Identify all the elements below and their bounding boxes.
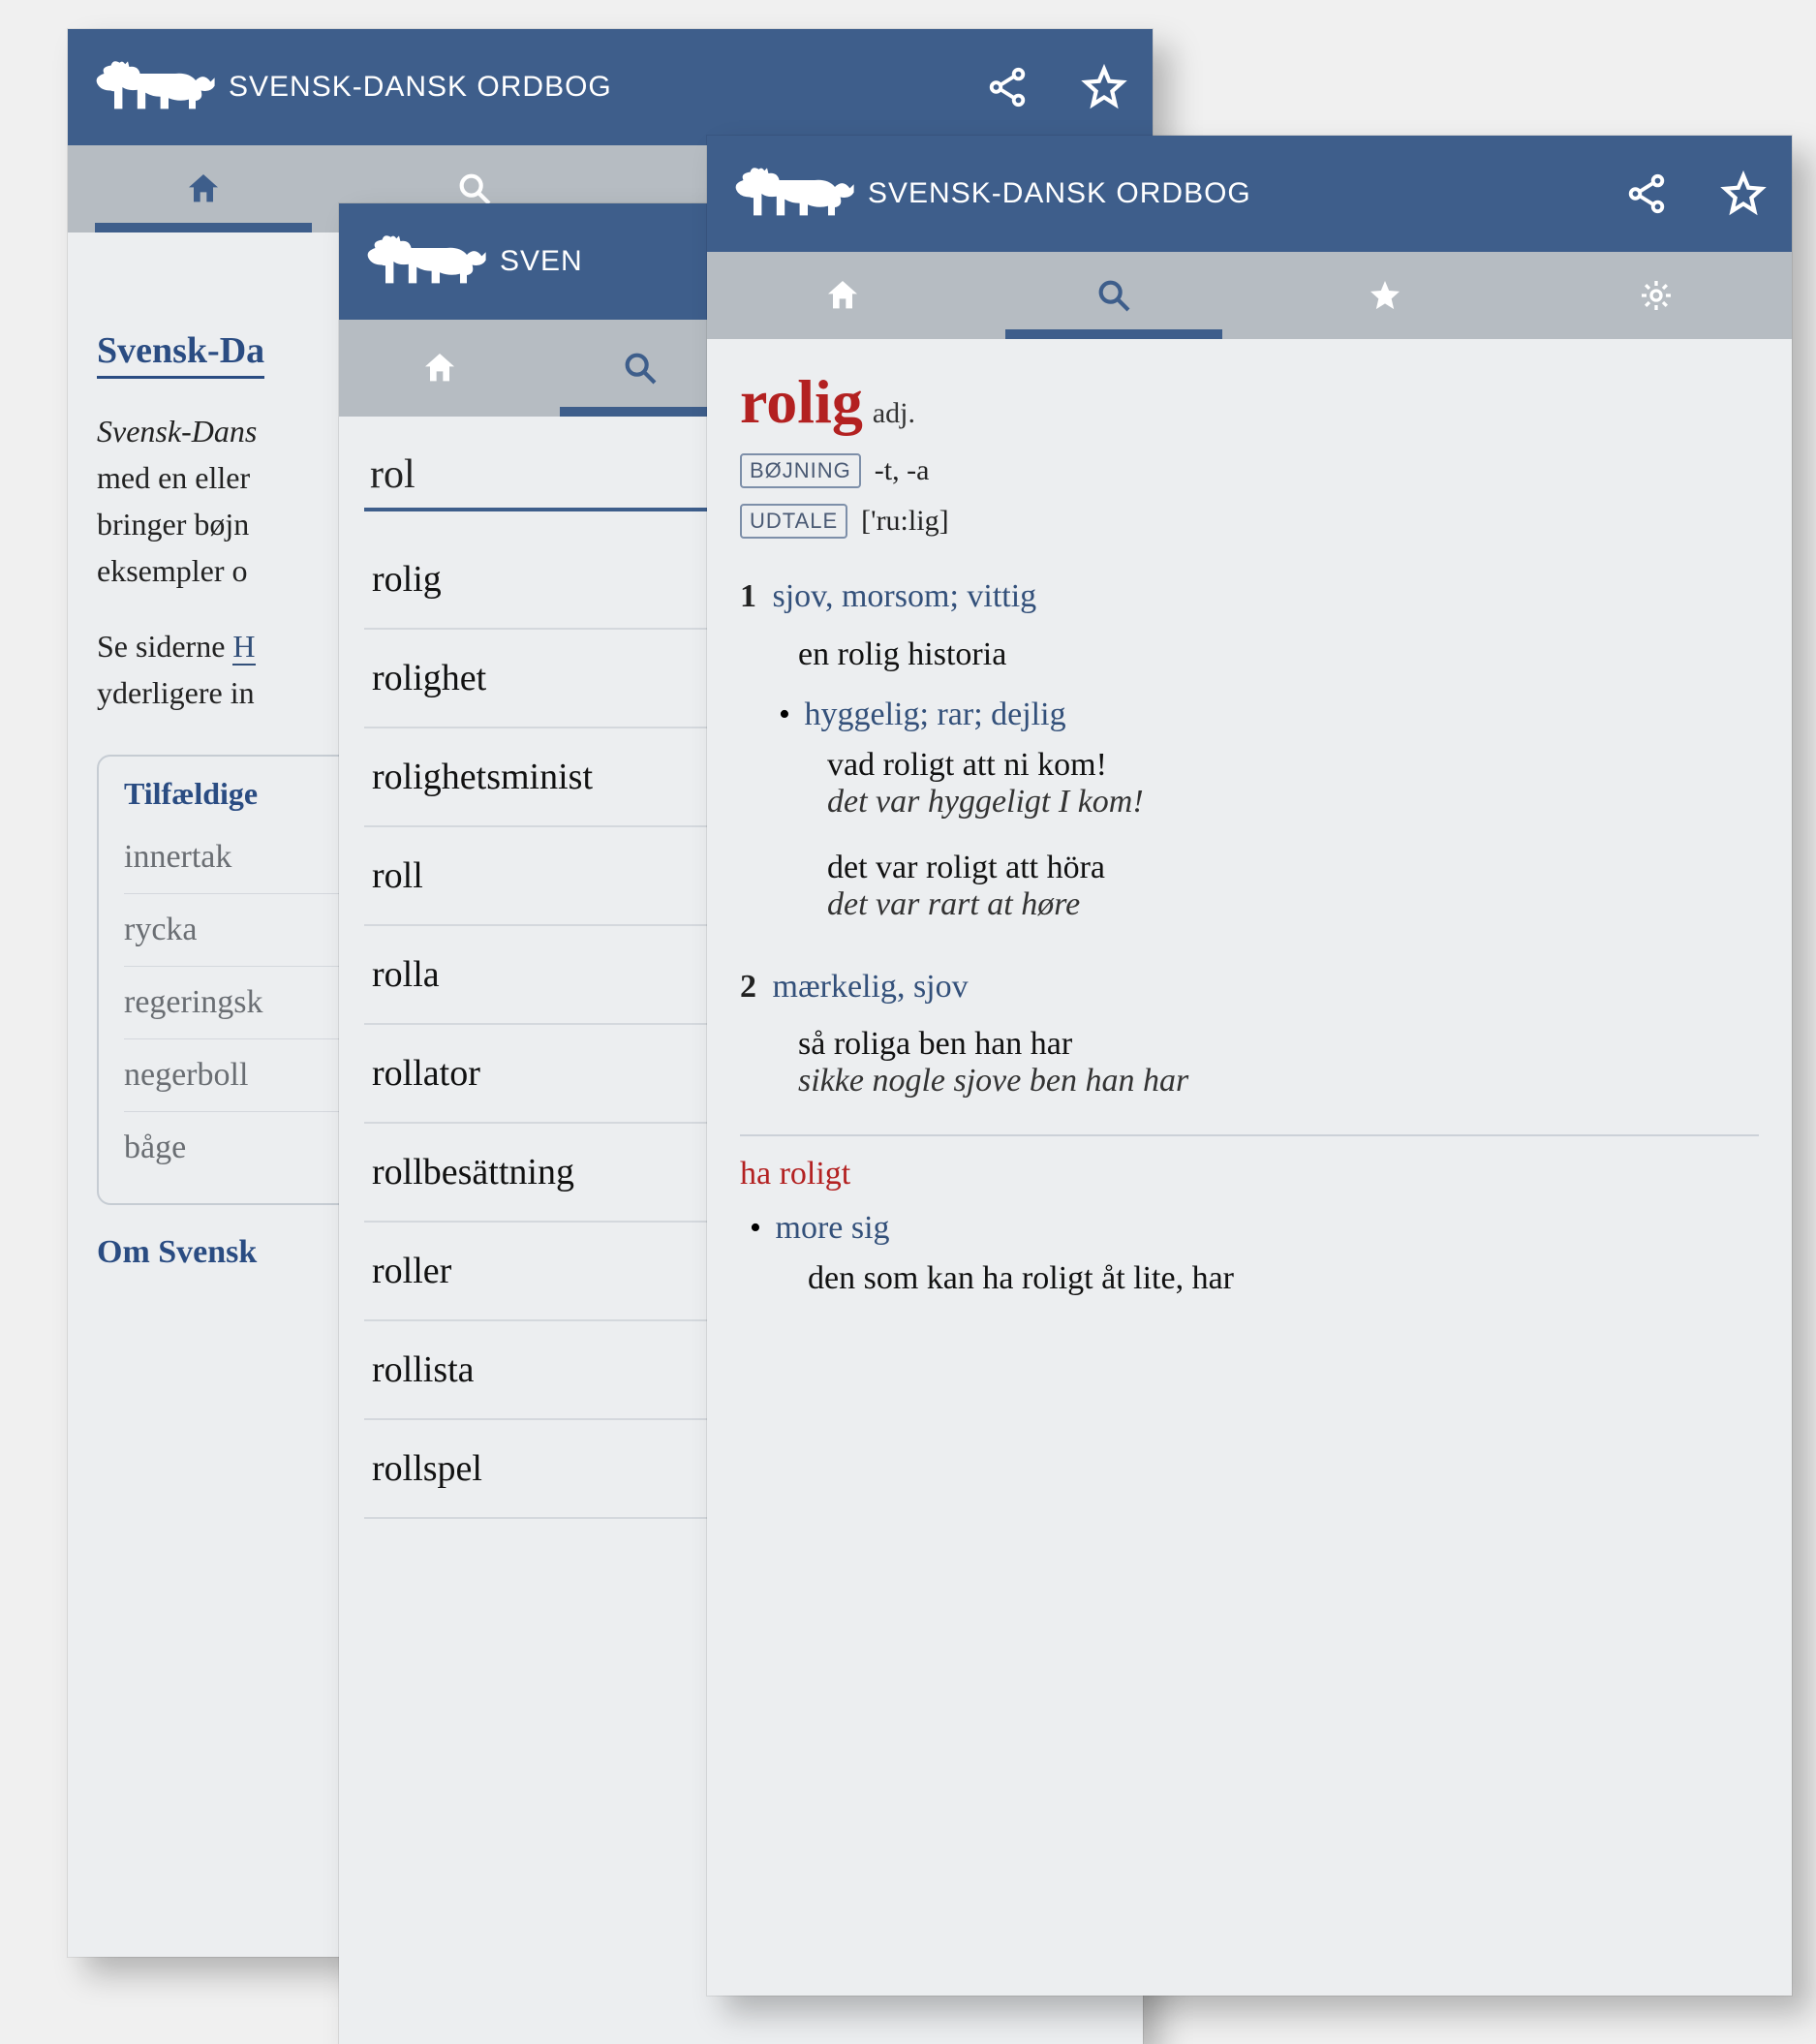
translation-link[interactable]: mærkelig: [773, 969, 897, 1005]
intro-line1: Svensk-Dans: [97, 414, 257, 449]
phrase-headword: ha roligt: [740, 1156, 1759, 1192]
share-icon[interactable]: [1617, 165, 1676, 223]
favorite-icon[interactable]: [1075, 58, 1133, 116]
example-sv: det var roligt att höra: [827, 850, 1759, 886]
tab-search[interactable]: [978, 252, 1249, 339]
example-sv: en rolig historia: [798, 636, 1759, 673]
part-of-speech: adj.: [873, 397, 915, 429]
logo-icon: [726, 160, 862, 228]
help-link[interactable]: H: [232, 629, 255, 666]
bullet-icon: •: [779, 697, 796, 733]
headword: rolig: [740, 367, 863, 436]
tab-home[interactable]: [339, 320, 540, 417]
logo-icon: [87, 53, 223, 121]
seealso-b: yderligere in: [97, 675, 255, 710]
tab-favorites[interactable]: [1249, 252, 1521, 339]
app-header: SVENSK-DANSK ORDBOG: [707, 136, 1792, 252]
example-sv: så roliga ben han har: [798, 1026, 1759, 1063]
intro-line4: eksempler o: [97, 553, 248, 588]
intro-line3: bringer bøjn: [97, 507, 249, 542]
example-da: det var hyggeligt I kom!: [827, 784, 1759, 821]
translation-link[interactable]: dejlig: [991, 697, 1065, 732]
app-title: SVENSK-DANSK ORDBOG: [229, 71, 978, 104]
inflection-tag[interactable]: BØJNING: [740, 453, 861, 488]
tab-home[interactable]: [68, 145, 339, 232]
example-da: sikke nogle sjove ben han har: [798, 1063, 1759, 1099]
sense-number: 1: [740, 578, 756, 614]
intro-line2: med en eller: [97, 460, 250, 495]
seealso-a: Se siderne: [97, 629, 232, 664]
translation-link[interactable]: morsom: [842, 578, 949, 614]
page-heading[interactable]: Svensk-Da: [97, 329, 264, 379]
app-header: SVENSK-DANSK ORDBOG: [68, 29, 1153, 145]
translation-link[interactable]: vittig: [967, 578, 1036, 614]
divider: [740, 1134, 1759, 1136]
example-sv: vad roligt att ni kom!: [827, 747, 1759, 784]
translation-link[interactable]: more sig: [776, 1210, 890, 1246]
tab-home[interactable]: [707, 252, 978, 339]
pronunciation-value: ['ru:lig]: [861, 505, 948, 538]
inflection-value: -t, -a: [875, 454, 930, 487]
example-da: det var rart at høre: [827, 886, 1759, 923]
bullet-icon: •: [750, 1210, 767, 1247]
tab-settings[interactable]: [1521, 252, 1792, 339]
app-title: SVENSK-DANSK ORDBOG: [868, 177, 1617, 210]
tab-bar: [707, 252, 1792, 339]
translation-link[interactable]: sjov: [773, 578, 825, 614]
translation-link[interactable]: sjov: [913, 969, 969, 1005]
sense-number: 2: [740, 969, 756, 1005]
pronunciation-tag[interactable]: UDTALE: [740, 504, 847, 539]
example-sv: den som kan ha roligt åt lite, har: [808, 1260, 1759, 1297]
dictionary-entry: rolig adj. BØJNING -t, -a UDTALE ['ru:li…: [707, 339, 1792, 1324]
translation-link[interactable]: rar: [937, 697, 973, 732]
share-icon[interactable]: [978, 58, 1036, 116]
translation-link[interactable]: hyggelig: [805, 697, 920, 732]
logo-icon: [358, 228, 494, 295]
favorite-icon[interactable]: [1714, 165, 1772, 223]
